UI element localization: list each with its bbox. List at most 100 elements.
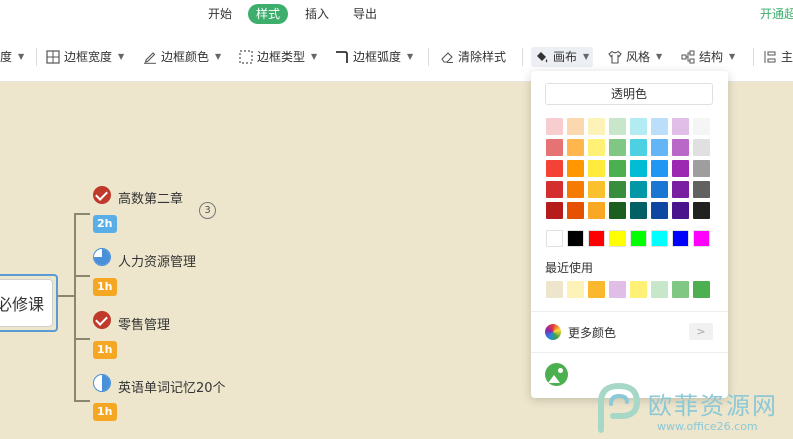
color-swatch[interactable] bbox=[693, 181, 710, 198]
topic-node[interactable]: 零售管理 bbox=[118, 314, 170, 333]
duration-badge: 1h bbox=[93, 403, 117, 421]
basic-color-swatch[interactable] bbox=[693, 230, 710, 247]
color-swatch[interactable] bbox=[609, 160, 626, 177]
partial-tool-left[interactable]: 度 ▼ bbox=[0, 47, 24, 67]
theme-label-partial: 主 bbox=[781, 50, 793, 64]
menu-insert[interactable]: 插入 bbox=[305, 4, 329, 24]
color-swatch[interactable] bbox=[672, 139, 689, 156]
color-swatch[interactable] bbox=[693, 202, 710, 219]
color-swatch[interactable] bbox=[567, 181, 584, 198]
recent-color-swatch[interactable] bbox=[672, 281, 689, 298]
background-image-icon[interactable] bbox=[545, 363, 568, 386]
border-radius-button[interactable]: 边框弧度 ▼ bbox=[335, 47, 413, 67]
color-swatch[interactable] bbox=[546, 181, 563, 198]
color-swatch[interactable] bbox=[630, 118, 647, 135]
popup-divider bbox=[531, 352, 728, 353]
color-swatch[interactable] bbox=[609, 202, 626, 219]
color-swatch[interactable] bbox=[567, 202, 584, 219]
basic-color-swatch[interactable] bbox=[546, 230, 563, 247]
upgrade-link[interactable]: 开通超 bbox=[760, 4, 793, 24]
color-swatch[interactable] bbox=[609, 139, 626, 156]
basic-color-swatch[interactable] bbox=[609, 230, 626, 247]
canvas-color-popup: 透明色 最近使用 更多颜色 > bbox=[531, 71, 728, 398]
recent-color-swatch[interactable] bbox=[651, 281, 668, 298]
recent-color-swatch[interactable] bbox=[567, 281, 584, 298]
color-swatch[interactable] bbox=[672, 202, 689, 219]
theme-button-partial[interactable]: 主 bbox=[763, 47, 793, 67]
border-type-button[interactable]: 边框类型 ▼ bbox=[239, 47, 317, 67]
border-radius-label: 边框弧度 bbox=[353, 50, 402, 64]
color-swatch[interactable] bbox=[630, 139, 647, 156]
recent-color-swatch[interactable] bbox=[588, 281, 605, 298]
canvas-button[interactable]: 画布 ▼ bbox=[531, 47, 594, 67]
menu-style[interactable]: 样式 bbox=[248, 4, 289, 24]
dashed-border-icon bbox=[239, 50, 253, 64]
progress-three-quarter-icon[interactable] bbox=[93, 248, 111, 266]
color-swatch[interactable] bbox=[651, 160, 668, 177]
border-width-button[interactable]: 边框宽度 ▼ bbox=[46, 47, 124, 67]
child-count-badge[interactable]: 3 bbox=[199, 202, 216, 219]
basic-color-swatch[interactable] bbox=[672, 230, 689, 247]
color-swatch[interactable] bbox=[546, 160, 563, 177]
color-swatch[interactable] bbox=[693, 139, 710, 156]
border-color-button[interactable]: 边框颜色 ▼ bbox=[143, 47, 221, 67]
check-icon[interactable] bbox=[93, 311, 111, 329]
color-swatch[interactable] bbox=[630, 160, 647, 177]
duration-badge: 1h bbox=[93, 278, 117, 296]
recent-color-swatch[interactable] bbox=[630, 281, 647, 298]
recent-color-swatch[interactable] bbox=[546, 281, 563, 298]
color-swatch[interactable] bbox=[693, 160, 710, 177]
root-node[interactable]: 必修课 bbox=[0, 274, 58, 332]
more-colors-button[interactable]: 更多颜色 > bbox=[545, 322, 713, 342]
color-swatch[interactable] bbox=[672, 160, 689, 177]
color-swatch[interactable] bbox=[651, 118, 668, 135]
recent-colors-label: 最近使用 bbox=[545, 261, 594, 275]
color-swatch[interactable] bbox=[588, 139, 605, 156]
color-swatch[interactable] bbox=[588, 160, 605, 177]
color-swatch[interactable] bbox=[546, 118, 563, 135]
color-swatch[interactable] bbox=[672, 181, 689, 198]
color-palette-grid bbox=[546, 118, 710, 219]
color-swatch[interactable] bbox=[588, 202, 605, 219]
connector-branch-4 bbox=[74, 400, 90, 402]
color-swatch[interactable] bbox=[588, 181, 605, 198]
topic-node[interactable]: 人力资源管理 bbox=[118, 251, 196, 270]
check-icon[interactable] bbox=[93, 186, 111, 204]
color-swatch[interactable] bbox=[567, 118, 584, 135]
color-swatch[interactable] bbox=[609, 181, 626, 198]
color-swatch[interactable] bbox=[651, 181, 668, 198]
basic-color-swatch[interactable] bbox=[651, 230, 668, 247]
partial-tool-label: 度 bbox=[0, 50, 13, 64]
menu-export[interactable]: 导出 bbox=[353, 4, 377, 24]
clear-style-button[interactable]: 清除样式 bbox=[440, 47, 506, 67]
color-swatch[interactable] bbox=[588, 118, 605, 135]
recent-color-swatch[interactable] bbox=[609, 281, 626, 298]
recent-color-swatch[interactable] bbox=[693, 281, 710, 298]
basic-color-swatch[interactable] bbox=[588, 230, 605, 247]
progress-half-icon[interactable] bbox=[93, 374, 111, 392]
corner-radius-icon bbox=[335, 50, 349, 64]
color-swatch[interactable] bbox=[546, 139, 563, 156]
structure-button[interactable]: 结构 ▼ bbox=[681, 47, 735, 67]
topic-node[interactable]: 高数第二章 bbox=[118, 188, 183, 207]
color-swatch[interactable] bbox=[567, 160, 584, 177]
toolbar-divider bbox=[522, 48, 523, 66]
color-swatch[interactable] bbox=[672, 118, 689, 135]
transparent-color-button[interactable]: 透明色 bbox=[545, 83, 713, 105]
color-swatch[interactable] bbox=[546, 202, 563, 219]
color-swatch[interactable] bbox=[693, 118, 710, 135]
watermark-logo-icon bbox=[598, 382, 641, 433]
basic-color-swatch[interactable] bbox=[567, 230, 584, 247]
color-swatch[interactable] bbox=[651, 202, 668, 219]
paint-bucket-icon bbox=[535, 50, 549, 64]
color-swatch[interactable] bbox=[609, 118, 626, 135]
color-swatch[interactable] bbox=[567, 139, 584, 156]
color-swatch[interactable] bbox=[651, 139, 668, 156]
theme-style-button[interactable]: 风格 ▼ bbox=[608, 47, 662, 67]
basic-color-swatch[interactable] bbox=[630, 230, 647, 247]
menu-start[interactable]: 开始 bbox=[208, 4, 232, 24]
color-swatch[interactable] bbox=[630, 181, 647, 198]
connector-trunk bbox=[74, 214, 76, 400]
topic-node[interactable]: 英语单词记忆20个 bbox=[118, 377, 226, 396]
color-swatch[interactable] bbox=[630, 202, 647, 219]
